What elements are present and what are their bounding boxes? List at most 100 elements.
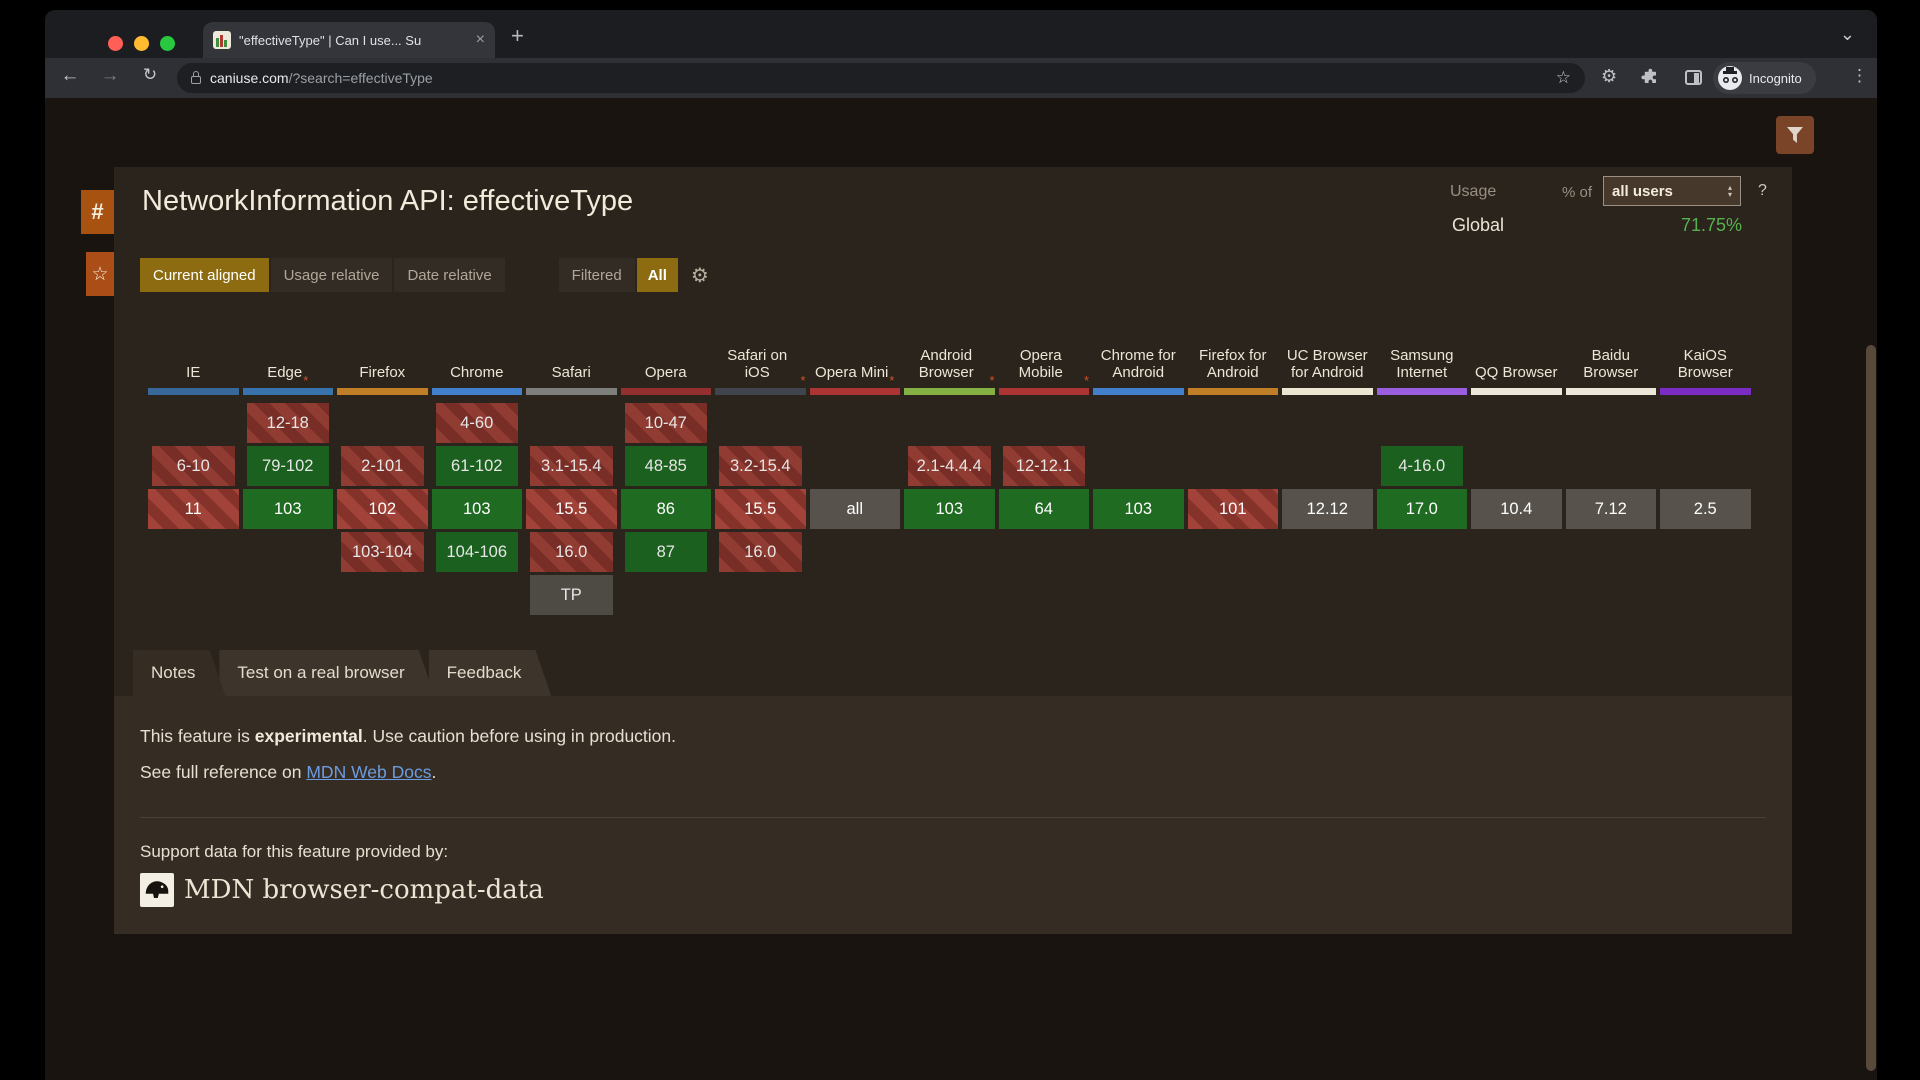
browser-column-baidu-browser: Baidu Browser 7.12 bbox=[1566, 262, 1657, 618]
support-cell[interactable]: 61-102 bbox=[436, 446, 519, 486]
page-scrollbar[interactable] bbox=[1866, 345, 1876, 1071]
support-cell[interactable]: 103 bbox=[243, 489, 334, 529]
extensions-puzzle-icon[interactable] bbox=[1641, 68, 1659, 86]
support-cell[interactable]: 2.5 bbox=[1660, 489, 1751, 529]
permalink-hash-button[interactable]: # bbox=[81, 190, 114, 234]
new-tab-button[interactable]: + bbox=[511, 23, 524, 49]
browser-name-text: Android Browser bbox=[904, 347, 988, 381]
browser-brand-strip bbox=[243, 388, 334, 395]
support-cell[interactable]: 64 bbox=[999, 489, 1090, 529]
support-cell[interactable]: 17.0 bbox=[1377, 489, 1468, 529]
support-cell[interactable]: 7.12 bbox=[1566, 489, 1657, 529]
url-bar[interactable]: caniuse.com/?search=effectiveType ☆ bbox=[177, 63, 1585, 93]
support-cell[interactable]: 10-47 bbox=[625, 403, 708, 443]
support-cell[interactable]: 102 bbox=[337, 489, 428, 529]
browser-brand-strip bbox=[1282, 388, 1373, 395]
funnel-icon bbox=[1787, 127, 1803, 143]
mdn-web-docs-link[interactable]: MDN Web Docs bbox=[306, 762, 431, 782]
usage-help-button[interactable]: ? bbox=[1758, 182, 1767, 200]
support-cell[interactable]: 48-85 bbox=[625, 446, 708, 486]
support-cell-slot: 2.5 bbox=[1660, 489, 1751, 529]
support-cell[interactable]: 3.1-15.4 bbox=[530, 446, 613, 486]
browser-name: Baidu Browser bbox=[1566, 262, 1657, 388]
support-cell[interactable]: 11 bbox=[148, 489, 239, 529]
support-cell-slot-empty bbox=[621, 575, 712, 615]
tab-strip: "effectiveType" | Can I use... Su × + ⌄ bbox=[45, 10, 1877, 58]
support-cell[interactable]: 6-10 bbox=[152, 446, 235, 486]
reload-button[interactable]: ↻ bbox=[137, 65, 163, 85]
support-cell[interactable]: 16.0 bbox=[719, 532, 802, 572]
support-cell[interactable]: 103 bbox=[432, 489, 523, 529]
usage-label: Usage bbox=[1450, 183, 1496, 201]
browser-name-text: Samsung Internet bbox=[1377, 347, 1468, 381]
browser-brand-strip bbox=[526, 388, 617, 395]
support-cell[interactable]: 79-102 bbox=[247, 446, 330, 486]
support-cell[interactable]: 87 bbox=[625, 532, 708, 572]
support-cell-slot-empty bbox=[1188, 532, 1279, 572]
support-cell[interactable]: 16.0 bbox=[530, 532, 613, 572]
browser-name: KaiOS Browser bbox=[1660, 262, 1751, 388]
side-panel-icon[interactable] bbox=[1685, 70, 1702, 85]
browser-name-text: Firefox bbox=[359, 364, 405, 381]
tab-close-icon[interactable]: × bbox=[476, 32, 485, 48]
incognito-badge: Incognito bbox=[1713, 62, 1816, 94]
support-cell[interactable]: TP bbox=[530, 575, 613, 615]
support-cell-slot: 79-102 bbox=[243, 446, 334, 486]
provider-name[interactable]: MDN browser-compat-data bbox=[184, 875, 544, 905]
support-cell-slot-empty bbox=[1093, 403, 1184, 443]
browser-brand-strip bbox=[715, 388, 806, 395]
support-cell[interactable]: 2.1-4.4.4 bbox=[908, 446, 991, 486]
support-cell[interactable]: 2-101 bbox=[341, 446, 424, 486]
support-cell[interactable]: 12-18 bbox=[247, 403, 330, 443]
support-cell[interactable]: 86 bbox=[621, 489, 712, 529]
browser-name: Edge* bbox=[243, 262, 334, 388]
usage-select[interactable]: all users ▴▾ bbox=[1603, 176, 1741, 206]
tab-feedback[interactable]: Feedback bbox=[429, 650, 552, 696]
support-cell[interactable]: 104-106 bbox=[436, 532, 519, 572]
filter-button[interactable] bbox=[1776, 116, 1814, 154]
favorite-star-button[interactable]: ☆ bbox=[86, 252, 114, 296]
browser-name: Opera Mobile* bbox=[999, 262, 1090, 388]
support-cell-slot-empty bbox=[810, 403, 901, 443]
support-cell[interactable]: 15.5 bbox=[526, 489, 617, 529]
support-cell[interactable]: 4-60 bbox=[436, 403, 519, 443]
extension-gear-icon[interactable]: ⚙ bbox=[1601, 66, 1617, 87]
support-cell-slot-empty bbox=[1566, 403, 1657, 443]
support-cell[interactable]: 4-16.0 bbox=[1381, 446, 1464, 486]
support-cell[interactable]: 15.5 bbox=[715, 489, 806, 529]
close-window-button[interactable] bbox=[108, 36, 123, 51]
browser-name: Opera Mini* bbox=[810, 262, 901, 388]
browser-column-kaios-browser: KaiOS Browser 2.5 bbox=[1660, 262, 1751, 618]
browser-name-text: Opera Mini bbox=[815, 364, 888, 381]
support-cell-slot-empty bbox=[1660, 403, 1751, 443]
support-cell-slot-empty bbox=[1660, 575, 1751, 615]
support-cell[interactable]: 103 bbox=[904, 489, 995, 529]
global-usage-percent: 71.75% bbox=[1564, 215, 1742, 236]
tab-search-chevron-icon[interactable]: ⌄ bbox=[1840, 24, 1855, 45]
support-cell-slot-empty bbox=[1471, 575, 1562, 615]
support-cell[interactable]: 12.12 bbox=[1282, 489, 1373, 529]
browser-menu-icon[interactable]: ⋮ bbox=[1851, 66, 1868, 86]
back-button[interactable]: ← bbox=[57, 65, 83, 87]
browser-tab[interactable]: "effectiveType" | Can I use... Su × bbox=[203, 22, 495, 58]
support-cell[interactable]: 101 bbox=[1188, 489, 1279, 529]
support-cell[interactable]: 12-12.1 bbox=[1003, 446, 1086, 486]
bookmark-star-icon[interactable]: ☆ bbox=[1556, 68, 1571, 88]
minimize-window-button[interactable] bbox=[134, 36, 149, 51]
support-cell[interactable]: 103-104 bbox=[341, 532, 424, 572]
support-cell-slot: 15.5 bbox=[526, 489, 617, 529]
tab-notes[interactable]: Notes bbox=[133, 650, 225, 696]
support-cell[interactable]: all bbox=[810, 489, 901, 529]
support-cell[interactable]: 3.2-15.4 bbox=[719, 446, 802, 486]
fullscreen-window-button[interactable] bbox=[160, 36, 175, 51]
support-cell-slot-empty bbox=[1093, 532, 1184, 572]
support-cell[interactable]: 103 bbox=[1093, 489, 1184, 529]
support-cell-slot-empty bbox=[1566, 575, 1657, 615]
support-cell[interactable]: 10.4 bbox=[1471, 489, 1562, 529]
browser-column-safari-on-ios: Safari on iOS*3.2-15.415.516.0 bbox=[715, 262, 806, 618]
forward-button[interactable]: → bbox=[97, 65, 123, 87]
tab-test-on-a-real-browser[interactable]: Test on a real browser bbox=[219, 650, 434, 696]
browser-name-text: Edge bbox=[267, 364, 302, 381]
browser-column-safari: Safari3.1-15.415.516.0TP bbox=[526, 262, 617, 618]
global-label: Global bbox=[1452, 215, 1504, 236]
